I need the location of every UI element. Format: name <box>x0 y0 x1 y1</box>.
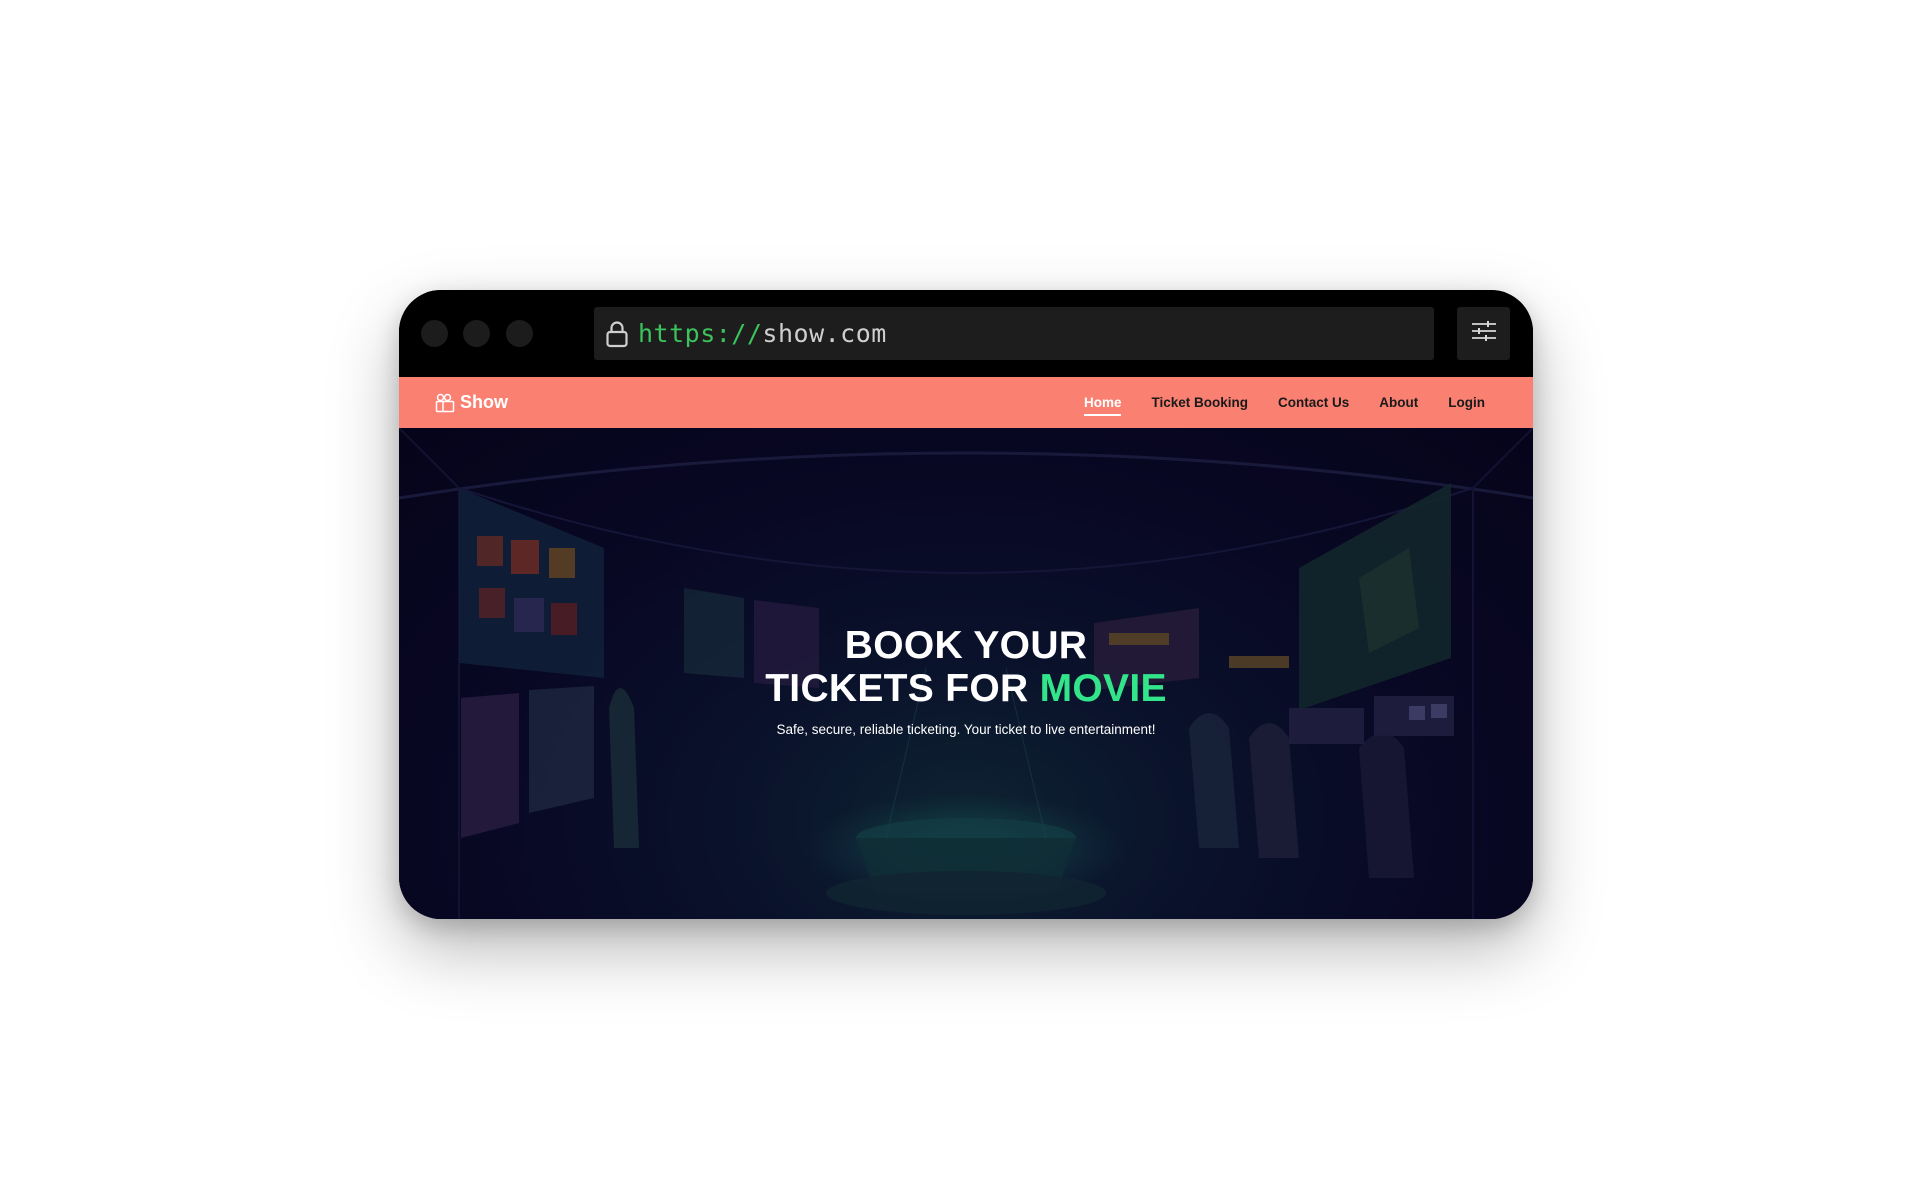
hero-content: BOOK YOUR TICKETS FOR MOVIE Safe, secure… <box>399 624 1533 737</box>
browser-window: https://show.com Show Home Ticket Bookin… <box>399 290 1533 919</box>
lock-icon <box>604 319 630 349</box>
hero-subtitle: Safe, secure, reliable ticketing. Your t… <box>776 722 1156 737</box>
url-host: show.com <box>762 319 887 348</box>
sliders-icon <box>1471 320 1497 347</box>
url-scheme: https:// <box>638 319 763 348</box>
settings-button[interactable] <box>1457 307 1510 360</box>
browser-chrome: https://show.com <box>399 290 1533 377</box>
hero-title-line2: TICKETS FOR <box>765 667 1040 710</box>
nav-link-home[interactable]: Home <box>1083 395 1121 416</box>
brand-logo[interactable]: Show <box>435 377 508 428</box>
nav-links: Home Ticket Booking Contact Us About Log… <box>1054 377 1485 428</box>
camera-icon <box>435 393 455 413</box>
nav-link-ticket-booking[interactable]: Ticket Booking <box>1151 395 1248 410</box>
window-maximize-dot[interactable] <box>506 320 533 347</box>
window-minimize-dot[interactable] <box>463 320 490 347</box>
brand-name: Show <box>460 392 508 412</box>
nav-link-contact-us[interactable]: Contact Us <box>1278 395 1349 410</box>
hero-section: BOOK YOUR TICKETS FOR MOVIE Safe, secure… <box>399 428 1533 919</box>
nav-link-login[interactable]: Login <box>1448 395 1485 410</box>
hero-title-line1: BOOK YOUR <box>844 624 1088 667</box>
window-close-dot[interactable] <box>421 320 448 347</box>
site-navbar: Show Home Ticket Booking Contact Us Abou… <box>399 377 1533 428</box>
url-text: https://show.com <box>638 319 887 348</box>
hero-title: BOOK YOUR TICKETS FOR MOVIE <box>399 624 1533 710</box>
nav-link-about[interactable]: About <box>1379 395 1418 410</box>
address-bar[interactable]: https://show.com <box>594 307 1434 360</box>
hero-title-accent: MOVIE <box>1039 667 1167 710</box>
